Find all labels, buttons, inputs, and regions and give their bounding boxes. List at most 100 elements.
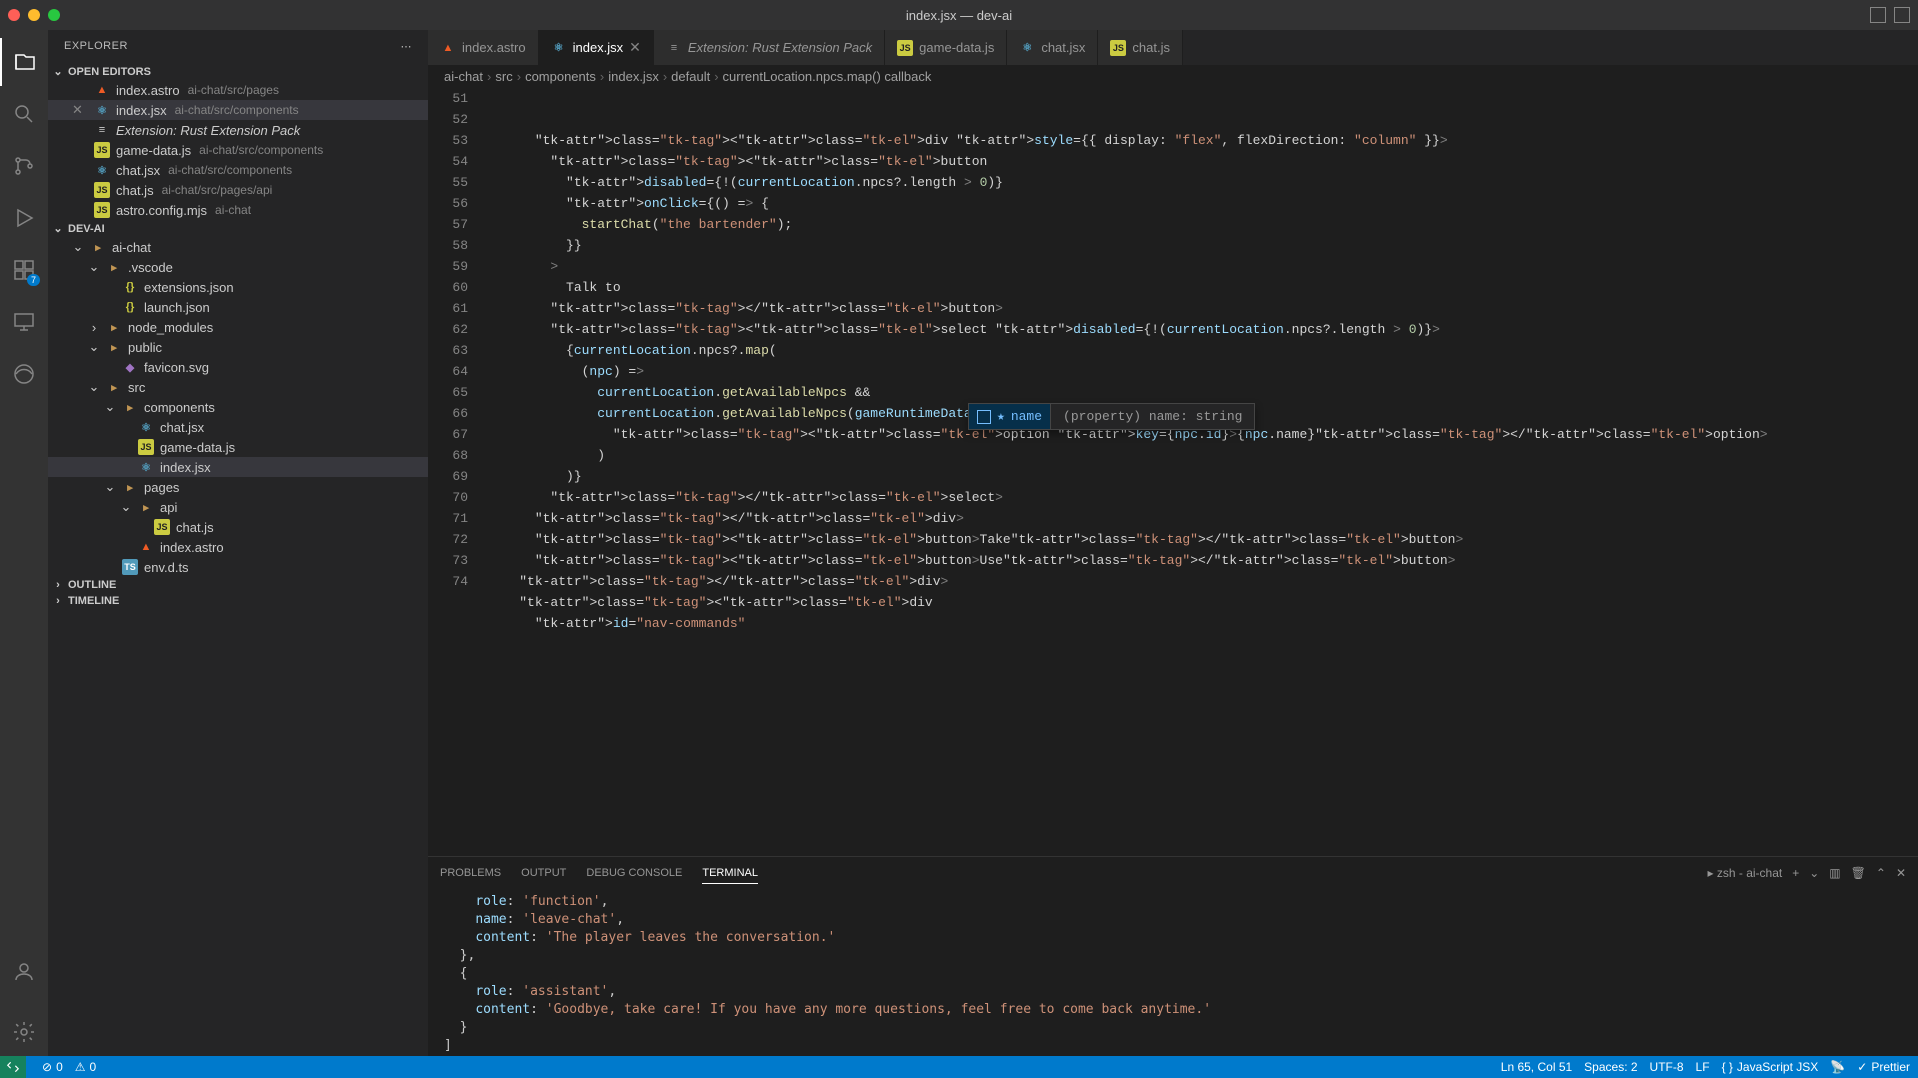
timeline-header[interactable]: › TIMELINE bbox=[48, 593, 428, 609]
encoding[interactable]: UTF-8 bbox=[1650, 1060, 1684, 1074]
open-editor-item[interactable]: ✕JSchat.jsai-chat/src/pages/api bbox=[48, 180, 428, 200]
accounts-icon[interactable] bbox=[0, 948, 48, 996]
breadcrumb-item[interactable]: default bbox=[671, 69, 710, 84]
titlebar: index.jsx — dev-ai bbox=[0, 0, 1918, 30]
breadcrumb-item[interactable]: ai-chat bbox=[444, 69, 483, 84]
edge-tools-icon[interactable] bbox=[0, 350, 48, 398]
folder-item[interactable]: ⌄▸public bbox=[48, 337, 428, 357]
file-item[interactable]: JSchat.js bbox=[48, 517, 428, 537]
close-window-button[interactable] bbox=[8, 9, 20, 21]
warning-icon: ⚠ bbox=[75, 1060, 86, 1074]
file-item[interactable]: {}launch.json bbox=[48, 297, 428, 317]
editor-tab[interactable]: ≡Extension: Rust Extension Pack bbox=[654, 30, 885, 65]
editor-tab[interactable]: ⚛index.jsx✕ bbox=[539, 30, 654, 65]
bottom-panel: PROBLEMS OUTPUT DEBUG CONSOLE TERMINAL ▸ zs… bbox=[428, 856, 1918, 1056]
layout-panel-icon[interactable] bbox=[1870, 7, 1886, 23]
remote-explorer-icon[interactable] bbox=[0, 298, 48, 346]
terminal-output[interactable]: role: 'function', name: 'leave-chat', co… bbox=[428, 889, 1918, 1056]
minimize-window-button[interactable] bbox=[28, 9, 40, 21]
eol[interactable]: LF bbox=[1696, 1060, 1710, 1074]
open-editor-item[interactable]: ✕≡Extension: Rust Extension Pack bbox=[48, 120, 428, 140]
kill-terminal-icon[interactable]: 🗑 bbox=[1851, 866, 1866, 880]
file-item[interactable]: JSgame-data.js bbox=[48, 437, 428, 457]
folder-item[interactable]: ⌄▸api bbox=[48, 497, 428, 517]
chevron-right-icon: › bbox=[52, 579, 64, 591]
feedback-icon[interactable]: 📡 bbox=[1830, 1060, 1845, 1074]
folder-item[interactable]: ⌄▸pages bbox=[48, 477, 428, 497]
close-tab-icon[interactable]: ✕ bbox=[629, 39, 641, 56]
window-title: index.jsx — dev-ai bbox=[906, 8, 1012, 23]
editor-tabs: ▲index.astro⚛index.jsx✕≡Extension: Rust … bbox=[428, 30, 1918, 65]
folder-item[interactable]: ⌄▸src bbox=[48, 377, 428, 397]
file-item[interactable]: ⚛chat.jsx bbox=[48, 417, 428, 437]
status-bar: ⊘ 0 ⚠ 0 Ln 65, Col 51 Spaces: 2 UTF-8 LF… bbox=[0, 1056, 1918, 1078]
chevron-down-icon: ⌄ bbox=[52, 222, 64, 235]
panel-tab[interactable]: PROBLEMS bbox=[440, 863, 501, 883]
file-item[interactable]: ⚛index.jsx bbox=[48, 457, 428, 477]
folder-item[interactable]: ⌄▸components bbox=[48, 397, 428, 417]
suggest-detail: (property) name: string bbox=[1050, 404, 1254, 429]
open-editors-header[interactable]: ⌄ OPEN EDITORS bbox=[48, 63, 428, 80]
terminal-shell-label[interactable]: ▸ zsh - ai-chat bbox=[1708, 866, 1783, 880]
extensions-icon[interactable]: 7 bbox=[0, 246, 48, 294]
file-item[interactable]: {}extensions.json bbox=[48, 277, 428, 297]
new-terminal-icon[interactable]: + bbox=[1792, 866, 1799, 880]
extensions-badge: 7 bbox=[27, 274, 40, 286]
activity-bar: 7 bbox=[0, 30, 48, 1056]
breadcrumb-item[interactable]: components bbox=[525, 69, 596, 84]
editor-tab[interactable]: ▲index.astro bbox=[428, 30, 539, 65]
prettier-status[interactable]: ✓ Prettier bbox=[1857, 1060, 1910, 1074]
errors-count[interactable]: ⊘ 0 bbox=[42, 1060, 63, 1074]
panel-tab[interactable]: OUTPUT bbox=[521, 863, 566, 883]
sidebar-more-icon[interactable]: ⋯ bbox=[401, 40, 413, 53]
run-debug-icon[interactable] bbox=[0, 194, 48, 242]
folder-item[interactable]: ⌄▸ai-chat bbox=[48, 237, 428, 257]
open-editor-item[interactable]: ✕JSastro.config.mjsai-chat bbox=[48, 200, 428, 220]
warnings-count[interactable]: ⚠ 0 bbox=[75, 1060, 96, 1074]
project-header[interactable]: ⌄ DEV-AI bbox=[48, 220, 428, 237]
intellisense-popup[interactable]: ★ name (property) name: string bbox=[968, 403, 1255, 430]
layout-sidebar-icon[interactable] bbox=[1894, 7, 1910, 23]
suggest-label: name bbox=[1011, 406, 1042, 427]
language-mode[interactable]: { } JavaScript JSX bbox=[1722, 1060, 1819, 1074]
settings-gear-icon[interactable] bbox=[0, 1008, 48, 1056]
split-terminal-icon[interactable]: ▥ bbox=[1829, 866, 1840, 880]
close-panel-icon[interactable]: ✕ bbox=[1896, 866, 1906, 880]
editor-tab[interactable]: ⚛chat.jsx bbox=[1007, 30, 1098, 65]
remote-indicator[interactable] bbox=[0, 1056, 26, 1078]
code-editor[interactable]: 5152535455565758596061626364656667686970… bbox=[428, 88, 1918, 856]
folder-item[interactable]: ›▸node_modules bbox=[48, 317, 428, 337]
open-editor-item[interactable]: ✕▲index.astroai-chat/src/pages bbox=[48, 80, 428, 100]
panel-tab[interactable]: DEBUG CONSOLE bbox=[586, 863, 682, 883]
source-control-icon[interactable] bbox=[0, 142, 48, 190]
star-icon: ★ bbox=[997, 406, 1005, 427]
terminal-dropdown-icon[interactable]: ⌄ bbox=[1809, 866, 1819, 880]
editor-tab[interactable]: JSchat.js bbox=[1098, 30, 1183, 65]
chevron-right-icon: › bbox=[52, 595, 64, 607]
open-editor-item[interactable]: ✕⚛chat.jsxai-chat/src/components bbox=[48, 160, 428, 180]
folder-item[interactable]: ⌄▸.vscode bbox=[48, 257, 428, 277]
maximize-window-button[interactable] bbox=[48, 9, 60, 21]
breadcrumbs[interactable]: ai-chat›src›components›index.jsx›default… bbox=[428, 65, 1918, 88]
cursor-position[interactable]: Ln 65, Col 51 bbox=[1501, 1060, 1572, 1074]
explorer-icon[interactable] bbox=[0, 38, 48, 86]
error-icon: ⊘ bbox=[42, 1060, 52, 1074]
file-item[interactable]: ▲index.astro bbox=[48, 537, 428, 557]
breadcrumb-item[interactable]: index.jsx bbox=[608, 69, 659, 84]
breadcrumb-item[interactable]: currentLocation.npcs.map() callback bbox=[723, 69, 932, 84]
outline-header[interactable]: › OUTLINE bbox=[48, 577, 428, 593]
sidebar: EXPLORER ⋯ ⌄ OPEN EDITORS ✕▲index.astroa… bbox=[48, 30, 428, 1056]
search-icon[interactable] bbox=[0, 90, 48, 138]
breadcrumb-item[interactable]: src bbox=[495, 69, 512, 84]
editor-tab[interactable]: JSgame-data.js bbox=[885, 30, 1007, 65]
property-icon bbox=[977, 410, 991, 424]
maximize-panel-icon[interactable]: ⌃ bbox=[1876, 866, 1886, 880]
indentation[interactable]: Spaces: 2 bbox=[1584, 1060, 1637, 1074]
open-editor-item[interactable]: ✕⚛index.jsxai-chat/src/components bbox=[48, 100, 428, 120]
file-item[interactable]: TSenv.d.ts bbox=[48, 557, 428, 577]
sidebar-title: EXPLORER bbox=[64, 40, 128, 53]
open-editor-item[interactable]: ✕JSgame-data.jsai-chat/src/components bbox=[48, 140, 428, 160]
panel-tab[interactable]: TERMINAL bbox=[702, 863, 758, 884]
close-icon[interactable]: ✕ bbox=[72, 102, 88, 118]
file-item[interactable]: ◆favicon.svg bbox=[48, 357, 428, 377]
